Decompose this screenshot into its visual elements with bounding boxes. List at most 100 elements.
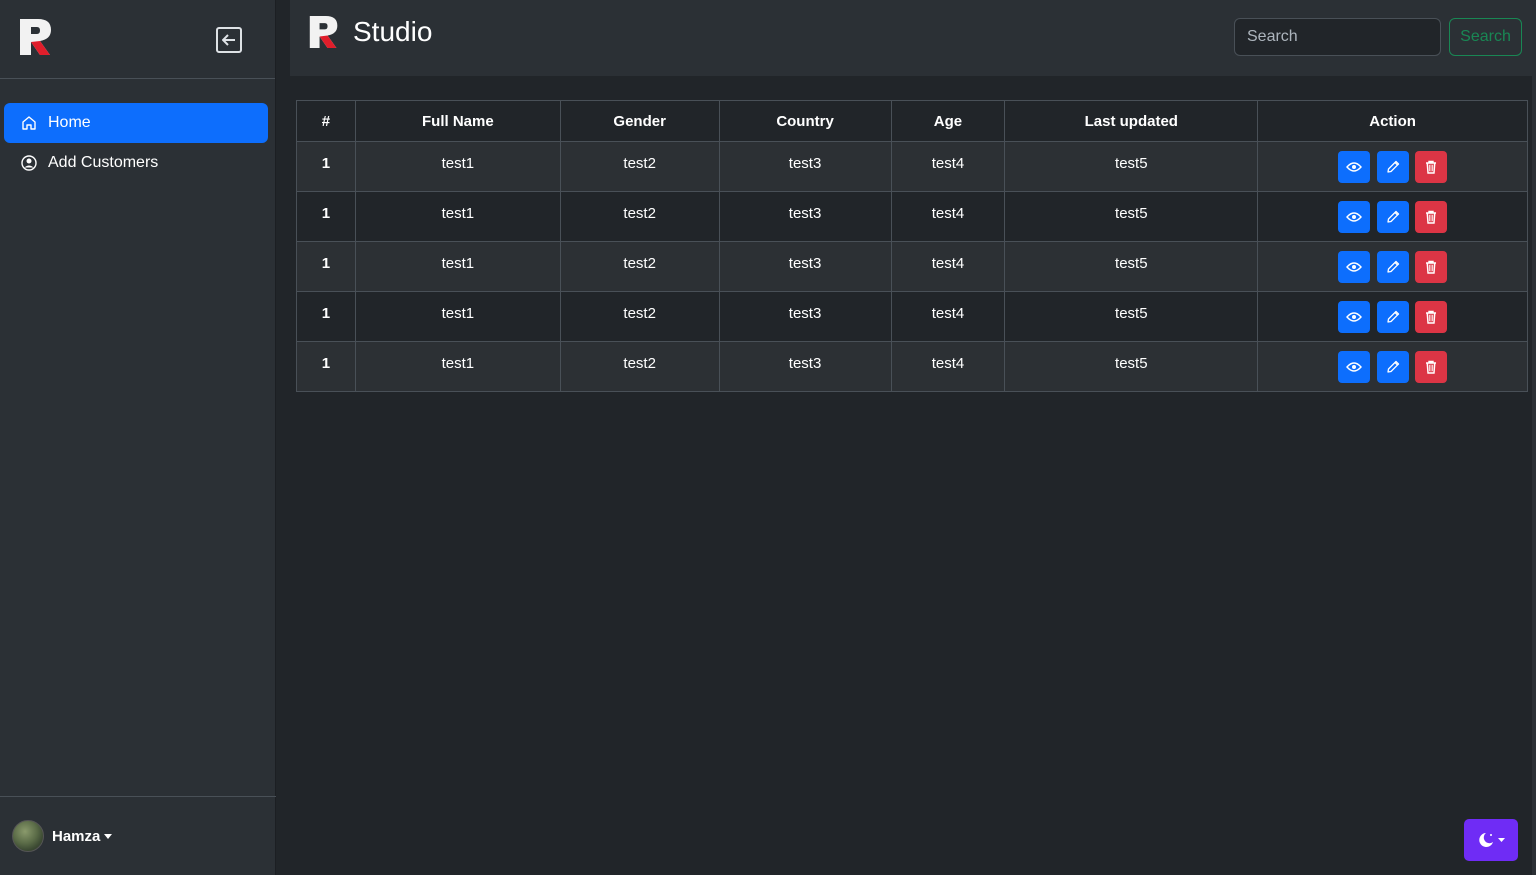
sidebar-item-label: Home — [48, 114, 91, 131]
delete-button[interactable] — [1414, 201, 1447, 233]
column-header: Age — [890, 100, 1006, 142]
table-row: 1 test1 test2 test3 test4 test5 — [296, 291, 1528, 342]
edit-button[interactable] — [1376, 301, 1409, 333]
collapse-sidebar-button[interactable] — [216, 27, 242, 53]
pencil-icon — [1386, 260, 1399, 273]
actions-cell — [1257, 191, 1528, 242]
table-row: 1 test1 test2 test3 test4 test5 — [296, 241, 1528, 292]
avatar — [12, 820, 44, 852]
top-header: Studio Search — [290, 0, 1536, 76]
last-updated-cell: test5 — [1004, 291, 1259, 342]
country-cell: test3 — [718, 341, 892, 392]
view-button[interactable] — [1338, 201, 1371, 233]
moon-stars-icon — [1479, 833, 1505, 847]
search-button[interactable]: Search — [1449, 18, 1522, 56]
customers-table: # Full Name Gender Country Age Last upda… — [296, 100, 1528, 392]
user-name: Hamza — [52, 827, 101, 845]
trash-icon — [1425, 260, 1436, 274]
sidebar: Home Add Customers Hamza — [0, 0, 276, 875]
view-button[interactable] — [1338, 301, 1371, 333]
scrollbar-track[interactable] — [1532, 0, 1536, 875]
column-header: Country — [718, 100, 892, 142]
full-name-cell: test1 — [354, 341, 561, 392]
country-cell: test3 — [718, 141, 892, 192]
view-button[interactable] — [1338, 351, 1371, 383]
sidebar-item-home[interactable]: Home — [4, 103, 268, 143]
theme-toggle-button[interactable] — [1464, 819, 1518, 861]
column-header: Full Name — [354, 100, 561, 142]
column-header: Last updated — [1004, 100, 1259, 142]
full-name-cell: test1 — [354, 191, 561, 242]
edit-button[interactable] — [1376, 201, 1409, 233]
actions-cell — [1257, 241, 1528, 292]
eye-icon — [1346, 262, 1363, 272]
table-row: 1 test1 test2 test3 test4 test5 — [296, 341, 1528, 392]
caret-down-icon — [104, 833, 113, 839]
search-input[interactable] — [1234, 18, 1441, 56]
edit-button[interactable] — [1376, 151, 1409, 183]
full-name-cell: test1 — [354, 291, 561, 342]
row-number-cell: 1 — [296, 141, 356, 192]
delete-button[interactable] — [1414, 301, 1447, 333]
row-number-cell: 1 — [296, 341, 356, 392]
trash-icon — [1425, 210, 1436, 224]
delete-button[interactable] — [1414, 151, 1447, 183]
age-cell: test4 — [890, 191, 1006, 242]
actions-cell — [1257, 291, 1528, 342]
column-header: Action — [1257, 100, 1528, 142]
last-updated-cell: test5 — [1004, 191, 1259, 242]
age-cell: test4 — [890, 341, 1006, 392]
trash-icon — [1425, 310, 1436, 324]
gender-cell: test2 — [559, 241, 720, 292]
gender-cell: test2 — [559, 191, 720, 242]
view-button[interactable] — [1338, 251, 1371, 283]
logo-icon[interactable] — [18, 17, 54, 57]
table-row: 1 test1 test2 test3 test4 test5 — [296, 191, 1528, 242]
sidebar-nav: Home Add Customers — [4, 103, 268, 183]
view-button[interactable] — [1338, 151, 1371, 183]
sidebar-item-add-customers[interactable]: Add Customers — [4, 143, 268, 183]
eye-icon — [1346, 362, 1363, 372]
sidebar-header — [0, 0, 275, 79]
column-header: Gender — [559, 100, 720, 142]
page-title: Studio — [353, 16, 433, 47]
sidebar-item-label: Add Customers — [48, 154, 159, 171]
age-cell: test4 — [890, 291, 1006, 342]
full-name-cell: test1 — [354, 141, 561, 192]
row-number-cell: 1 — [296, 191, 356, 242]
eye-icon — [1346, 162, 1363, 172]
arrow-left-icon — [222, 34, 235, 46]
edit-button[interactable] — [1376, 251, 1409, 283]
row-number-cell: 1 — [296, 291, 356, 342]
column-header: # — [296, 100, 356, 142]
trash-icon — [1425, 360, 1436, 374]
country-cell: test3 — [718, 241, 892, 292]
gender-cell: test2 — [559, 141, 720, 192]
full-name-cell: test1 — [354, 241, 561, 292]
table-header-row: # Full Name Gender Country Age Last upda… — [296, 100, 1528, 142]
delete-button[interactable] — [1414, 351, 1447, 383]
eye-icon — [1346, 212, 1363, 222]
last-updated-cell: test5 — [1004, 241, 1259, 292]
gender-cell: test2 — [559, 341, 720, 392]
eye-icon — [1346, 312, 1363, 322]
pencil-icon — [1386, 360, 1399, 373]
last-updated-cell: test5 — [1004, 341, 1259, 392]
user-menu[interactable]: Hamza — [0, 796, 276, 875]
edit-button[interactable] — [1376, 351, 1409, 383]
home-icon — [20, 114, 38, 132]
customers-table-container: # Full Name Gender Country Age Last upda… — [296, 100, 1528, 392]
delete-button[interactable] — [1414, 251, 1447, 283]
table-row: 1 test1 test2 test3 test4 test5 — [296, 141, 1528, 192]
last-updated-cell: test5 — [1004, 141, 1259, 192]
actions-cell — [1257, 141, 1528, 192]
actions-cell — [1257, 341, 1528, 392]
pencil-icon — [1386, 210, 1399, 223]
pencil-icon — [1386, 160, 1399, 173]
age-cell: test4 — [890, 241, 1006, 292]
gender-cell: test2 — [559, 291, 720, 342]
age-cell: test4 — [890, 141, 1006, 192]
country-cell: test3 — [718, 191, 892, 242]
row-number-cell: 1 — [296, 241, 356, 292]
app: Home Add Customers Hamza Studio Search S… — [0, 0, 1536, 875]
